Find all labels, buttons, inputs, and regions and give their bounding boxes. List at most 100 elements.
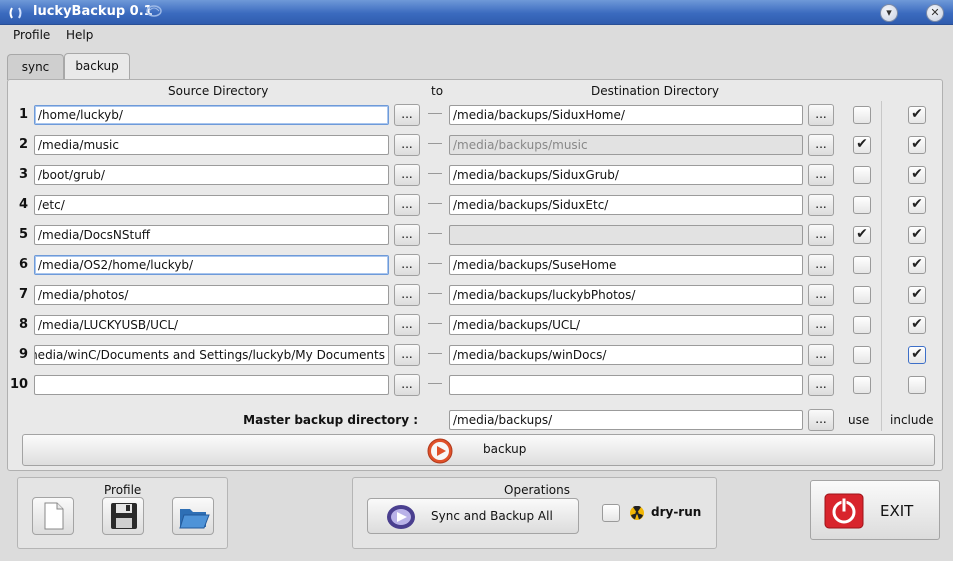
kde-logo-icon (146, 5, 162, 17)
radiation-icon (630, 506, 644, 520)
destination-browse-button[interactable]: ... (808, 164, 834, 186)
tab-sync[interactable]: sync (7, 54, 64, 80)
dry-run-checkbox[interactable] (602, 504, 620, 522)
destination-browse-button[interactable]: ... (808, 314, 834, 336)
source-directory-input[interactable]: /boot/grub/ (34, 165, 389, 185)
close-icon[interactable]: ✕ (926, 4, 944, 22)
source-directory-header: Source Directory (168, 84, 269, 98)
menu-help[interactable]: Help (66, 28, 93, 42)
source-browse-button[interactable]: ... (394, 284, 420, 306)
row-number: 1 (18, 107, 28, 122)
save-profile-button[interactable] (102, 497, 144, 535)
destination-directory-input[interactable]: /media/backups/SiduxGrub/ (449, 165, 803, 185)
source-browse-button[interactable]: ... (394, 134, 420, 156)
new-profile-button[interactable] (32, 497, 74, 535)
use-checkbox[interactable] (853, 376, 871, 394)
destination-browse-button[interactable]: ... (808, 254, 834, 276)
row-number: 8 (18, 317, 28, 332)
include-checkbox[interactable]: ✔ (908, 166, 926, 184)
destination-directory-input[interactable] (449, 225, 803, 245)
destination-directory-input[interactable]: /media/backups/SiduxEtc/ (449, 195, 803, 215)
source-browse-button[interactable]: ... (394, 164, 420, 186)
use-checkbox[interactable]: ✔ (853, 136, 871, 154)
destination-directory-header: Destination Directory (591, 84, 719, 98)
destination-browse-button[interactable]: ... (808, 134, 834, 156)
destination-directory-input[interactable]: /media/backups/music (449, 135, 803, 155)
destination-browse-button[interactable]: ... (808, 344, 834, 366)
tab-backup[interactable]: backup (64, 53, 130, 81)
dry-run-label: dry-run (651, 505, 702, 519)
include-checkbox[interactable]: ✔ (908, 196, 926, 214)
include-checkbox[interactable]: ✔ (908, 136, 926, 154)
source-directory-input[interactable] (34, 375, 389, 395)
source-directory-input[interactable]: /media/LUCKYUSB/UCL/ (34, 315, 389, 335)
destination-directory-input[interactable]: /media/backups/luckybPhotos/ (449, 285, 803, 305)
connector-line (428, 173, 442, 174)
source-directory-input[interactable]: /media/photos/ (34, 285, 389, 305)
destination-directory-input[interactable]: /media/backups/UCL/ (449, 315, 803, 335)
source-browse-button[interactable]: ... (394, 254, 420, 276)
use-checkbox[interactable] (853, 316, 871, 334)
menu-profile[interactable]: Profile (13, 28, 50, 42)
destination-browse-button[interactable]: ... (808, 104, 834, 126)
master-backup-input[interactable]: /media/backups/ (449, 410, 803, 430)
minimize-icon[interactable]: ▾ (880, 4, 898, 22)
source-browse-button[interactable]: ... (394, 194, 420, 216)
include-checkbox[interactable]: ✔ (908, 346, 926, 364)
backup-button-label: backup (483, 442, 527, 456)
include-column-label: include (890, 413, 934, 427)
include-checkbox[interactable]: ✔ (908, 256, 926, 274)
use-checkbox[interactable]: ✔ (853, 226, 871, 244)
sync-and-backup-all-button[interactable]: Sync and Backup All (367, 498, 579, 534)
source-directory-input[interactable]: /media/OS2/home/luckyb/ (34, 255, 389, 275)
use-checkbox[interactable] (853, 286, 871, 304)
connector-line (428, 323, 442, 324)
backup-button[interactable]: backup (22, 434, 935, 466)
use-checkbox[interactable] (853, 346, 871, 364)
source-browse-button[interactable]: ... (394, 224, 420, 246)
open-profile-button[interactable] (172, 497, 214, 535)
source-directory-input[interactable]: /etc/ (34, 195, 389, 215)
use-column-label: use (848, 413, 870, 427)
use-checkbox[interactable] (853, 256, 871, 274)
row-number: 2 (18, 137, 28, 152)
destination-directory-input[interactable]: /media/backups/winDocs/ (449, 345, 803, 365)
connector-line (428, 293, 442, 294)
use-checkbox[interactable] (853, 196, 871, 214)
include-checkbox[interactable]: ✔ (908, 106, 926, 124)
exit-button[interactable]: EXIT (810, 480, 940, 540)
exit-button-label: EXIT (880, 502, 914, 520)
destination-directory-input[interactable] (449, 375, 803, 395)
destination-directory-input[interactable]: /media/backups/SiduxHome/ (449, 105, 803, 125)
source-browse-button[interactable]: ... (394, 104, 420, 126)
use-checkbox[interactable] (853, 106, 871, 124)
app-icon (9, 7, 22, 19)
include-checkbox[interactable] (908, 376, 926, 394)
source-browse-button[interactable]: ... (394, 374, 420, 396)
menu-bar (0, 25, 953, 47)
source-directory-input[interactable]: /home/luckyb/ (34, 105, 389, 125)
destination-browse-button[interactable]: ... (808, 284, 834, 306)
destination-directory-input[interactable]: /media/backups/SuseHome (449, 255, 803, 275)
destination-browse-button[interactable]: ... (808, 224, 834, 246)
sync-icon (387, 505, 415, 529)
include-checkbox[interactable]: ✔ (908, 316, 926, 334)
folder-open-icon (179, 509, 210, 529)
to-header: to (431, 84, 444, 98)
floppy-disk-icon (111, 503, 137, 529)
destination-browse-button[interactable]: ... (808, 374, 834, 396)
row-number: 10 (10, 377, 29, 392)
connector-line (428, 263, 442, 264)
source-browse-button[interactable]: ... (394, 314, 420, 336)
operations-group-title: Operations (504, 483, 570, 497)
source-directory-input[interactable]: /media/music (34, 135, 389, 155)
source-browse-button[interactable]: ... (394, 344, 420, 366)
source-directory-input[interactable]: nedia/winC/Documents and Settings/luckyb… (34, 345, 389, 365)
destination-browse-button[interactable]: ... (808, 194, 834, 216)
master-browse-button[interactable]: ... (808, 409, 834, 431)
use-checkbox[interactable] (853, 166, 871, 184)
include-checkbox[interactable]: ✔ (908, 226, 926, 244)
new-document-icon (44, 502, 64, 530)
source-directory-input[interactable]: /media/DocsNStuff (34, 225, 389, 245)
include-checkbox[interactable]: ✔ (908, 286, 926, 304)
